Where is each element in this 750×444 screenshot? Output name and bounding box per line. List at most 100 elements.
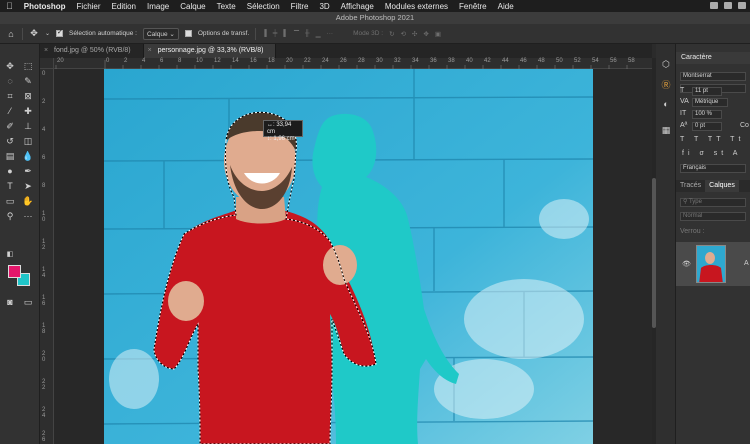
history-brush-tool-icon[interactable]: ↺	[3, 135, 17, 147]
default-colors-icon[interactable]: ◧	[3, 248, 17, 260]
menu-selection[interactable]: Sélection	[247, 2, 280, 11]
layer-row[interactable]: 👁 A	[676, 242, 750, 286]
tab-fond[interactable]: × fond.jpg @ 50% (RVB/8)	[40, 44, 144, 58]
marquee-tool-icon[interactable]: ⬚	[21, 60, 35, 72]
foreground-color-swatch[interactable]	[8, 265, 21, 278]
eraser-tool-icon[interactable]: ◫	[21, 135, 35, 147]
quick-mask-icon[interactable]: ◙	[3, 296, 17, 308]
tab-layers[interactable]: Calques	[705, 180, 739, 192]
auto-select-checkbox[interactable]	[56, 28, 64, 37]
close-icon[interactable]: ×	[148, 44, 152, 58]
layers-grid-icon[interactable]: ▦	[659, 124, 673, 136]
kerning-field[interactable]: Métrique	[692, 98, 728, 107]
language-select[interactable]: Français	[680, 164, 746, 173]
path-select-tool-icon[interactable]: ➤	[21, 180, 35, 192]
menu-fichier[interactable]: Fichier	[77, 2, 101, 11]
gradient-tool-icon[interactable]: ▤	[3, 150, 17, 162]
pan-3d-icon[interactable]: ✣	[412, 30, 417, 38]
battery-icon[interactable]	[724, 2, 732, 9]
align-center-icon[interactable]: ╪	[273, 30, 278, 37]
home-icon[interactable]: ⌂	[6, 29, 16, 39]
align-middle-icon[interactable]: ╫	[305, 30, 310, 37]
quick-select-tool-icon[interactable]: ✎	[21, 75, 35, 87]
character-panel-title[interactable]: Caractère	[676, 52, 750, 64]
menu-aide[interactable]: Aide	[498, 2, 514, 11]
libraries-panel-icon[interactable]: Ⓡ	[659, 78, 673, 90]
tooltip-x: ↔: 33,94 cm	[267, 122, 292, 135]
menu-modules-externes[interactable]: Modules externes	[385, 2, 448, 11]
slide-3d-icon[interactable]: ✥	[423, 30, 428, 38]
baseline-shift-field[interactable]: 0 pt	[692, 122, 722, 131]
ruler-label: 8	[178, 58, 182, 64]
align-top-icon[interactable]: ▔	[294, 30, 299, 38]
auto-select-dropdown[interactable]: Calque ⌄	[142, 27, 179, 40]
tab-paths[interactable]: Tracés	[676, 180, 705, 192]
apple-icon[interactable]: 	[6, 1, 13, 11]
ruler-label: 54	[592, 58, 599, 64]
frame-tool-icon[interactable]: ⊠	[21, 90, 35, 102]
menu-affichage[interactable]: Affichage	[341, 2, 374, 11]
horizontal-ruler[interactable]: 20 0 2 4 6 8 10 12 14 16 18 20 22 24 26 …	[54, 58, 652, 69]
move-tool-icon[interactable]: ✥	[3, 60, 17, 72]
eye-icon[interactable]: 👁	[682, 260, 691, 268]
brush-tool-icon[interactable]: ✐	[3, 120, 17, 132]
chevron-down-icon[interactable]: ⌄	[45, 30, 50, 37]
menu-calque[interactable]: Calque	[180, 2, 205, 11]
blur-tool-icon[interactable]: 💧	[21, 150, 35, 162]
layer-filter-field[interactable]: ⚲ Type	[680, 198, 746, 207]
align-left-icon[interactable]: ▐	[262, 30, 267, 37]
type-tool-icon[interactable]: T	[3, 180, 17, 192]
ruler-label: 14	[232, 58, 239, 64]
tab-personnage[interactable]: × personnage.jpg @ 33,3% (RVB/8)	[143, 44, 277, 58]
ruler-label: 42	[484, 58, 491, 64]
adjustments-panel-icon[interactable]: ◐	[659, 98, 673, 110]
ruler-label: 2	[124, 58, 128, 64]
opentype-options-icon[interactable]: fi σ st A	[682, 150, 741, 157]
3d-panel-icon[interactable]: ⬡	[659, 58, 673, 70]
ruler-label: 2 2	[42, 379, 46, 391]
menu-texte[interactable]: Texte	[217, 2, 236, 11]
ruler-label: 0	[42, 71, 46, 77]
align-right-icon[interactable]: ▌	[283, 30, 288, 37]
ruler-corner[interactable]	[40, 58, 54, 69]
font-size-field[interactable]: 11 pt	[692, 87, 722, 96]
more-tools-icon[interactable]: ···	[21, 210, 35, 222]
hand-tool-icon[interactable]: ✋	[21, 195, 35, 207]
ruler-label: 6	[160, 58, 164, 64]
ruler-label: 26	[340, 58, 347, 64]
typographic-options-icon[interactable]: T T TT Tt	[680, 136, 744, 143]
document-canvas[interactable]	[104, 69, 593, 444]
close-icon[interactable]: ×	[44, 44, 48, 58]
pen-tool-icon[interactable]: ✒	[21, 165, 35, 177]
dodge-tool-icon[interactable]: ●	[3, 165, 17, 177]
menu-image[interactable]: Image	[147, 2, 169, 11]
screen-mode-icon[interactable]: ▭	[21, 296, 35, 308]
lasso-tool-icon[interactable]: ◌	[3, 75, 17, 87]
layer-thumbnail	[696, 245, 726, 283]
vertical-ruler[interactable]: 0 2 4 6 8 1 0 1 2 1 4 1 6 1 8 2 0 2 2 2 …	[40, 69, 54, 444]
rotate-3d-icon[interactable]: ⟲	[401, 30, 406, 38]
menu-edition[interactable]: Edition	[112, 2, 136, 11]
align-bottom-icon[interactable]: ▁	[316, 30, 321, 38]
menu-fenetre[interactable]: Fenêtre	[459, 2, 487, 11]
rectangle-tool-icon[interactable]: ▭	[3, 195, 17, 207]
crop-tool-icon[interactable]: ⌗	[3, 90, 17, 102]
zoom-tool-icon[interactable]: ⚲	[3, 210, 17, 222]
menu-filtre[interactable]: Filtre	[291, 2, 309, 11]
camera-3d-icon[interactable]: ▣	[435, 30, 441, 38]
eyedropper-tool-icon[interactable]: ⁄	[3, 105, 17, 117]
transform-controls-checkbox[interactable]	[184, 30, 192, 37]
font-family-select[interactable]: Montserrat	[680, 72, 746, 81]
status-icon[interactable]	[710, 2, 718, 9]
blend-mode-select[interactable]: Normal	[680, 212, 746, 221]
wifi-icon[interactable]	[738, 2, 746, 9]
menu-3d[interactable]: 3D	[319, 2, 329, 11]
ruler-label: 20	[57, 58, 64, 64]
orbit-3d-icon[interactable]: ↻	[389, 30, 394, 38]
menu-app-name[interactable]: Photoshop	[24, 2, 66, 11]
stamp-tool-icon[interactable]: ⊥	[21, 120, 35, 132]
healing-brush-tool-icon[interactable]: ✚	[21, 105, 35, 117]
more-options-icon[interactable]: ···	[327, 30, 334, 37]
vertical-scale-field[interactable]: 100 %	[692, 110, 722, 119]
move-tool-icon[interactable]: ✥	[29, 28, 39, 39]
